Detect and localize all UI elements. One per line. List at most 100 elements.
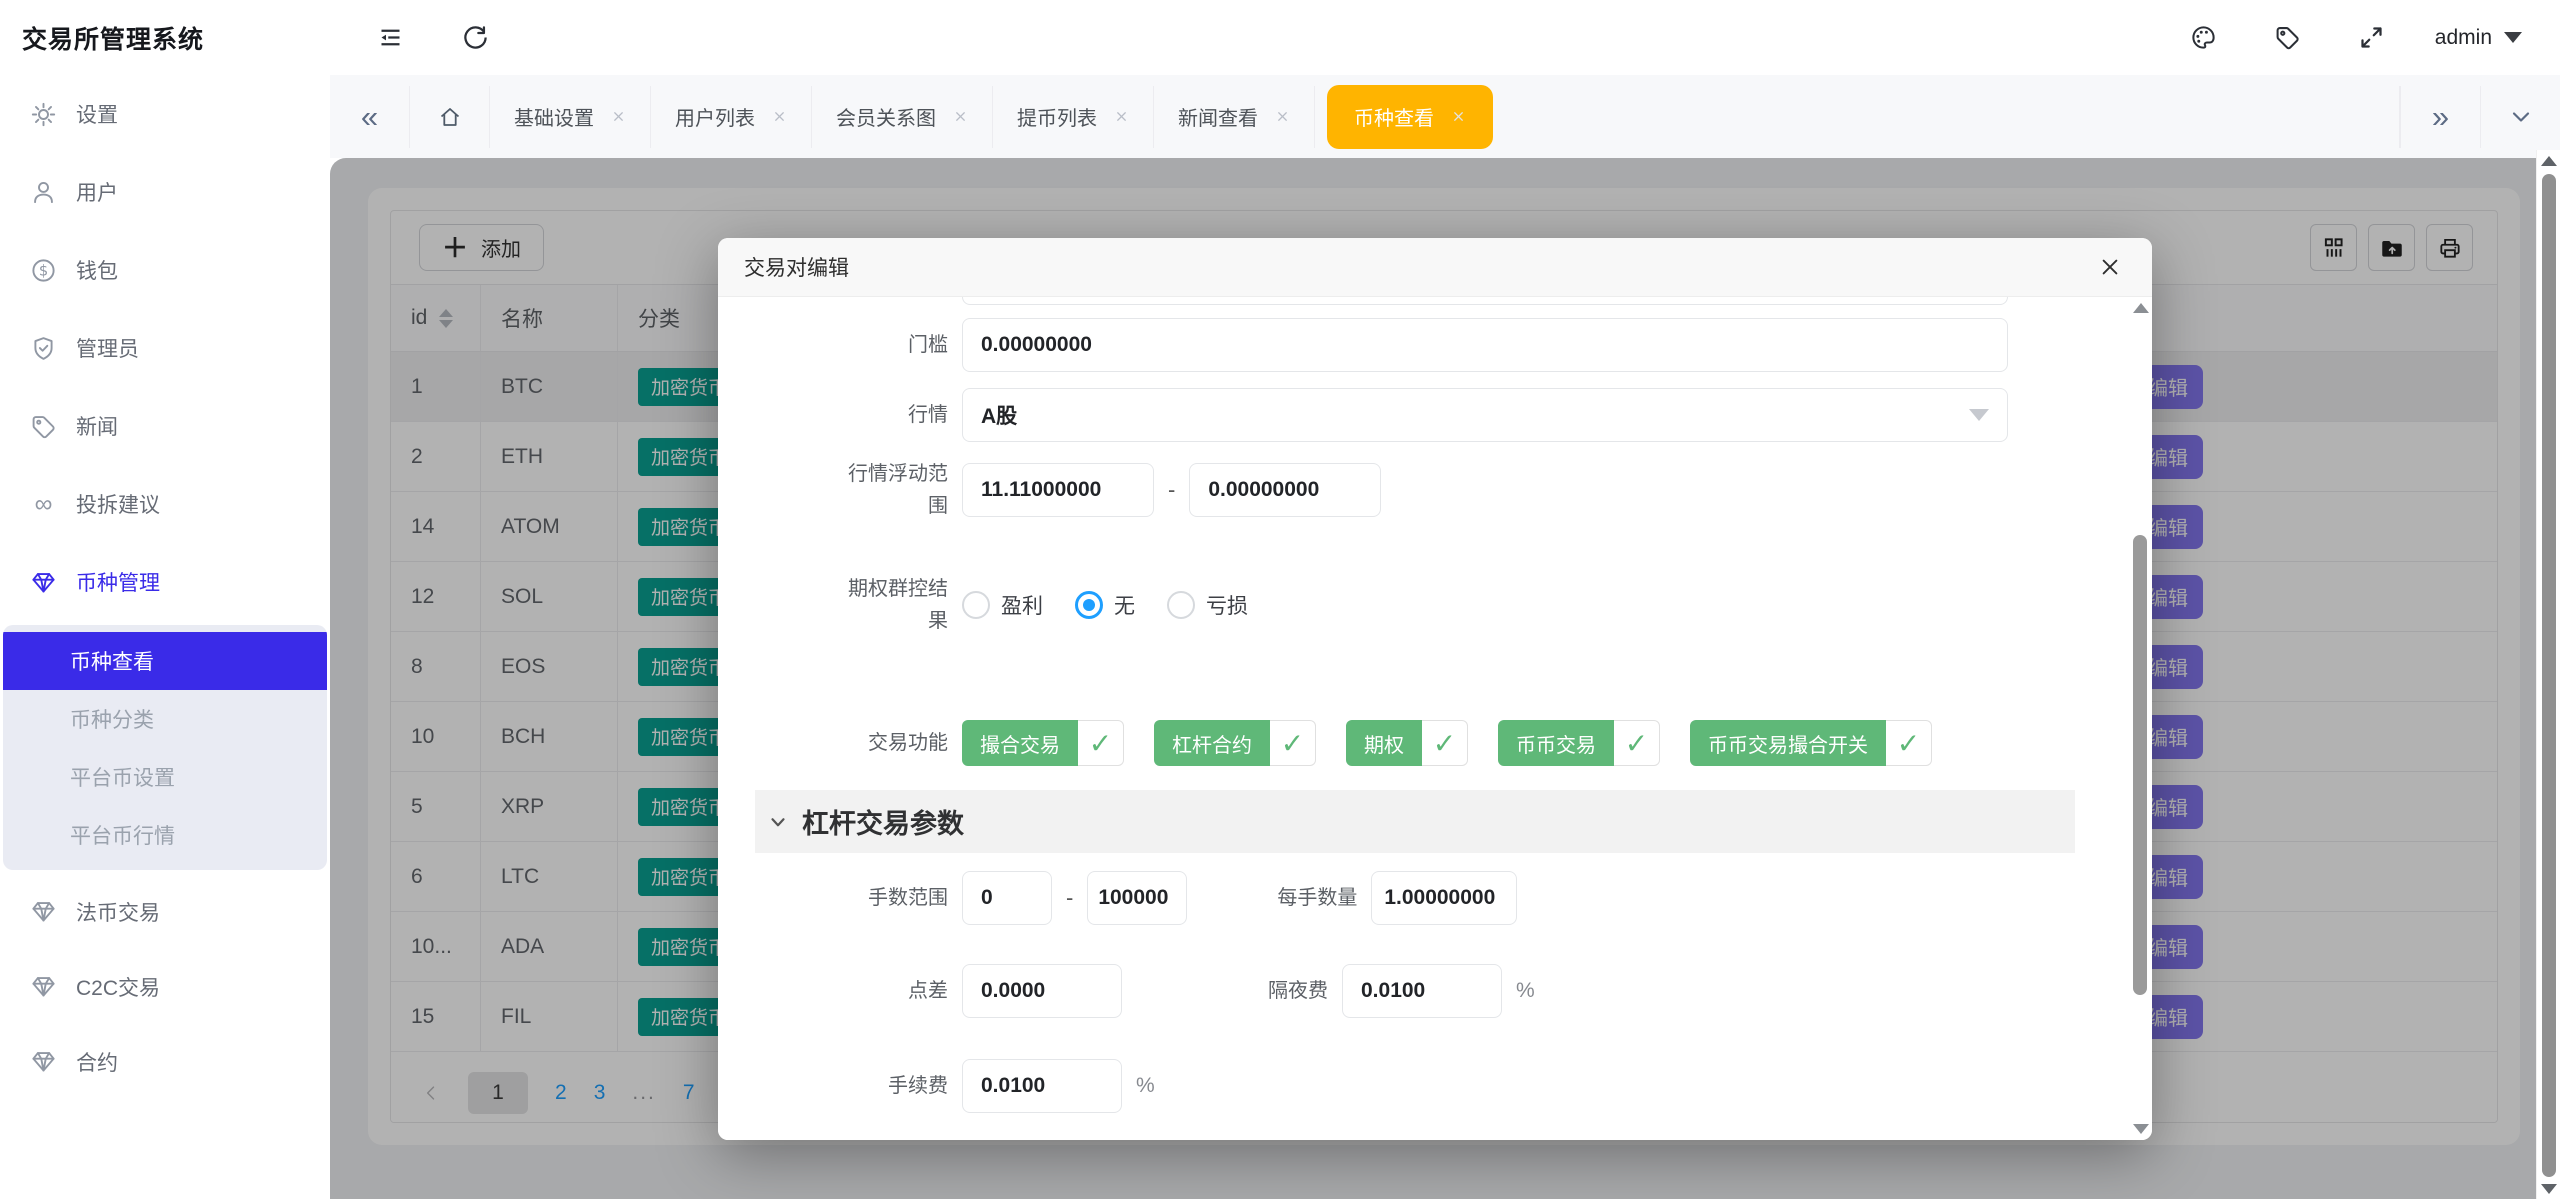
scroll-up-arrow[interactable] — [2133, 303, 2149, 313]
tabs-dropdown-button[interactable] — [2480, 86, 2560, 148]
function-toggle-撮合交易[interactable]: 撮合交易✓ — [962, 720, 1124, 766]
tab-3[interactable]: 会员关系图 — [812, 86, 993, 148]
threshold-input[interactable]: 0.00000000 — [962, 318, 2008, 372]
check-icon: ✓ — [1270, 720, 1316, 766]
palette-icon[interactable] — [2175, 0, 2231, 75]
radio-circle-icon — [962, 591, 990, 619]
sidebar-subitem-currency-category[interactable]: 币种分类 — [3, 690, 327, 748]
function-toggle-币币交易撮合开关[interactable]: 币币交易撮合开关✓ — [1690, 720, 1932, 766]
app-title: 交易所管理系统 — [22, 0, 204, 75]
function-toggle-期权[interactable]: 期权✓ — [1346, 720, 1468, 766]
sidebar-item-label: C2C交易 — [76, 972, 160, 1002]
percent-unit: % — [1136, 1074, 1155, 1098]
radio-circle-icon — [1167, 591, 1195, 619]
tab-1[interactable]: 基础设置 — [490, 86, 651, 148]
user-icon — [30, 179, 57, 206]
spread-label: 点差 — [718, 975, 948, 1007]
svg-text:$: $ — [39, 262, 48, 279]
scroll-up-arrow[interactable] — [2541, 156, 2557, 166]
tab-5[interactable]: 新闻查看 — [1154, 86, 1315, 148]
home-tab-button[interactable] — [410, 86, 490, 148]
sidebar-item-wallet[interactable]: $钱包 — [0, 231, 330, 309]
sidebar-item-admins[interactable]: 管理员 — [0, 309, 330, 387]
per-lot-input[interactable]: 1.00000000 — [1371, 871, 1517, 925]
sidebar-item-advice[interactable]: ∞投拆建议 — [0, 465, 330, 543]
diamond-icon — [30, 898, 57, 925]
lots-range-row: 手数范围 0 - 100000 每手数量 1.00000000 — [718, 871, 1517, 925]
sidebar-item-news[interactable]: 新闻 — [0, 387, 330, 465]
tab-label: 用户列表 — [675, 102, 755, 131]
per-lot-label: 每手数量 — [1277, 882, 1357, 914]
sidebar-item-c2c[interactable]: C2C交易 — [0, 949, 330, 1024]
function-label: 期权 — [1346, 720, 1422, 766]
sidebar-item-settings[interactable]: 设置 — [0, 75, 330, 153]
tab-6-active[interactable]: 币种查看 — [1327, 85, 1493, 149]
sidebar-subitem-platform-coin-market[interactable]: 平台币行情 — [3, 806, 327, 864]
fee-input[interactable]: 0.0100 — [962, 1059, 1122, 1113]
page-scrollbar-thumb[interactable] — [2542, 174, 2556, 1177]
tabbar-spacer — [1505, 86, 2400, 148]
overnight-fee-input[interactable]: 0.0100 — [1342, 964, 1502, 1018]
percent-unit: % — [1516, 979, 1535, 1003]
function-toggle-杠杆合约[interactable]: 杠杆合约✓ — [1154, 720, 1316, 766]
diamond-icon — [30, 569, 57, 596]
user-menu[interactable]: admin — [2435, 0, 2522, 75]
tab-label: 币种查看 — [1354, 102, 1434, 131]
refresh-icon[interactable] — [447, 0, 503, 75]
sidebar-item-label: 管理员 — [76, 333, 139, 363]
fee-label: 手续费 — [718, 1070, 948, 1102]
close-tab-icon[interactable] — [1451, 109, 1466, 124]
clipped-input[interactable] — [962, 297, 2008, 305]
collapse-sidebar-icon[interactable] — [362, 0, 418, 75]
radio-亏损[interactable]: 亏损 — [1167, 590, 1248, 620]
tabs-scroll-left-button[interactable]: « — [330, 86, 410, 148]
scroll-down-arrow[interactable] — [2541, 1184, 2557, 1194]
fullscreen-icon[interactable] — [2343, 0, 2399, 75]
tab-2[interactable]: 用户列表 — [651, 86, 812, 148]
modal-scrollbar-thumb[interactable] — [2133, 535, 2147, 995]
modal-header: 交易对编辑 — [718, 238, 2152, 297]
close-icon[interactable] — [2094, 251, 2126, 283]
tab-label: 会员关系图 — [836, 102, 936, 131]
gear-icon — [30, 101, 57, 128]
sidebar-item-users[interactable]: 用户 — [0, 153, 330, 231]
lots-to-input[interactable]: 100000 — [1087, 871, 1187, 925]
lots-from-input[interactable]: 0 — [962, 871, 1052, 925]
close-tab-icon[interactable] — [772, 109, 787, 124]
sidebar-subitem-currency-view[interactable]: 币种查看 — [3, 632, 327, 690]
tag-icon[interactable] — [2259, 0, 2315, 75]
check-icon: ✓ — [1078, 720, 1124, 766]
sidebar-item-fiat[interactable]: 法币交易 — [0, 874, 330, 949]
tab-label: 基础设置 — [514, 102, 594, 131]
float-range-from-input[interactable]: 11.11000000 — [962, 463, 1154, 517]
sidebar-item-label: 币种管理 — [76, 567, 160, 597]
close-tab-icon[interactable] — [953, 109, 968, 124]
username: admin — [2435, 26, 2492, 50]
modal-body: 门槛 0.00000000 行情 A股 行情浮动范围 11.11000000 -… — [718, 297, 2152, 1140]
market-row: 行情 A股 — [718, 388, 2008, 442]
sidebar-item-label: 投拆建议 — [76, 489, 160, 519]
option-control-row: 期权群控结果 盈利无亏损 — [718, 573, 1280, 637]
function-toggle-币币交易[interactable]: 币币交易✓ — [1498, 720, 1660, 766]
spread-input[interactable]: 0.0000 — [962, 964, 1122, 1018]
function-label: 撮合交易 — [962, 720, 1078, 766]
leverage-params-section-header[interactable]: 杠杆交易参数 — [755, 790, 2075, 853]
sidebar-subitem-platform-coin-settings[interactable]: 平台币设置 — [3, 748, 327, 806]
radio-盈利[interactable]: 盈利 — [962, 590, 1043, 620]
sidebar-item-currency[interactable]: 币种管理 — [0, 543, 330, 621]
tabs-scroll-right-button[interactable]: » — [2400, 86, 2480, 148]
float-range-to-input[interactable]: 0.00000000 — [1189, 463, 1381, 517]
top-header: 交易所管理系统 — [0, 0, 2560, 75]
close-tab-icon[interactable] — [1114, 109, 1129, 124]
tab-bar: « 基础设置 用户列表 会员关系图 提币列表新闻查看 币种查看 » — [330, 75, 2560, 158]
scroll-down-arrow[interactable] — [2133, 1124, 2149, 1134]
radio-无-selected[interactable]: 无 — [1075, 590, 1135, 620]
market-select[interactable]: A股 — [962, 388, 2008, 442]
page-scrollbar — [2536, 150, 2560, 1199]
modal-title: 交易对编辑 — [744, 252, 849, 282]
sidebar-item-contract[interactable]: 合约 — [0, 1024, 330, 1099]
close-tab-icon[interactable] — [611, 109, 626, 124]
close-tab-icon[interactable] — [1275, 109, 1290, 124]
radio-label: 盈利 — [1001, 590, 1043, 620]
tab-4[interactable]: 提币列表 — [993, 86, 1154, 148]
